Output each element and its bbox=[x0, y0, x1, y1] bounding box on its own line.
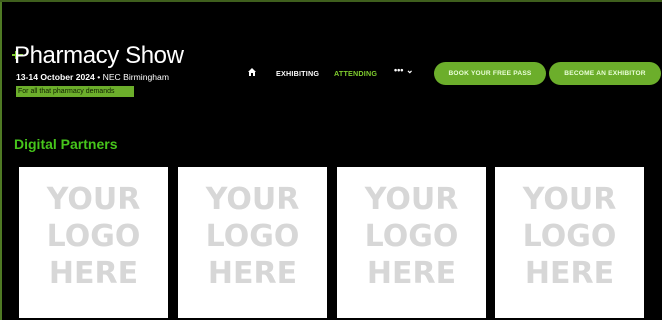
page-frame: Pharmacy Show 13-14 October 2024 • NEC B… bbox=[0, 0, 662, 320]
more-dots: ••• bbox=[394, 65, 404, 75]
partner-card[interactable]: YOUR LOGO HERE bbox=[178, 167, 327, 318]
placeholder-line: YOUR bbox=[364, 182, 459, 217]
frame-edge-left bbox=[0, 0, 2, 320]
placeholder-line: HERE bbox=[207, 256, 298, 291]
partner-card[interactable]: YOUR LOGO HERE bbox=[19, 167, 168, 318]
placeholder-logo-text: YOUR LOGO HERE bbox=[495, 181, 644, 292]
site-logo[interactable]: Pharmacy Show 13-14 October 2024 • NEC B… bbox=[12, 42, 184, 100]
placeholder-logo-text: YOUR LOGO HERE bbox=[337, 181, 486, 292]
logo-title: Pharmacy Show bbox=[14, 42, 184, 69]
partner-card[interactable]: YOUR LOGO HERE bbox=[337, 167, 486, 318]
chevron-down-icon: ⌄ bbox=[405, 65, 414, 75]
section-title: Digital Partners bbox=[14, 136, 118, 152]
placeholder-line: LOGO bbox=[205, 219, 300, 254]
placeholder-line: HERE bbox=[48, 256, 139, 291]
placeholder-line: YOUR bbox=[205, 182, 300, 217]
event-date-venue: 13-14 October 2024 • NEC Birmingham bbox=[16, 72, 169, 82]
partner-card[interactable]: YOUR LOGO HERE bbox=[495, 167, 644, 318]
placeholder-line: HERE bbox=[524, 256, 615, 291]
event-venue: • NEC Birmingham bbox=[97, 72, 169, 82]
become-exhibitor-button[interactable]: BECOME AN EXHIBITOR bbox=[549, 62, 661, 85]
nav-more-menu[interactable]: ••• ⌄ bbox=[394, 65, 414, 76]
home-icon[interactable] bbox=[247, 67, 257, 77]
nav-item-exhibiting[interactable]: EXHIBITING bbox=[276, 69, 319, 78]
placeholder-line: YOUR bbox=[46, 182, 141, 217]
logo-tagline: For all that pharmacy demands bbox=[16, 86, 134, 97]
event-date: 13-14 October 2024 bbox=[16, 72, 95, 82]
nav-item-attending[interactable]: ATTENDING bbox=[334, 69, 377, 78]
placeholder-logo-text: YOUR LOGO HERE bbox=[19, 181, 168, 292]
placeholder-line: YOUR bbox=[522, 182, 617, 217]
frame-edge-top bbox=[0, 0, 662, 2]
placeholder-logo-text: YOUR LOGO HERE bbox=[178, 181, 327, 292]
book-free-pass-button[interactable]: BOOK YOUR FREE PASS bbox=[434, 62, 546, 85]
placeholder-line: HERE bbox=[366, 256, 457, 291]
placeholder-line: LOGO bbox=[522, 219, 617, 254]
placeholder-line: LOGO bbox=[46, 219, 141, 254]
placeholder-line: LOGO bbox=[364, 219, 459, 254]
